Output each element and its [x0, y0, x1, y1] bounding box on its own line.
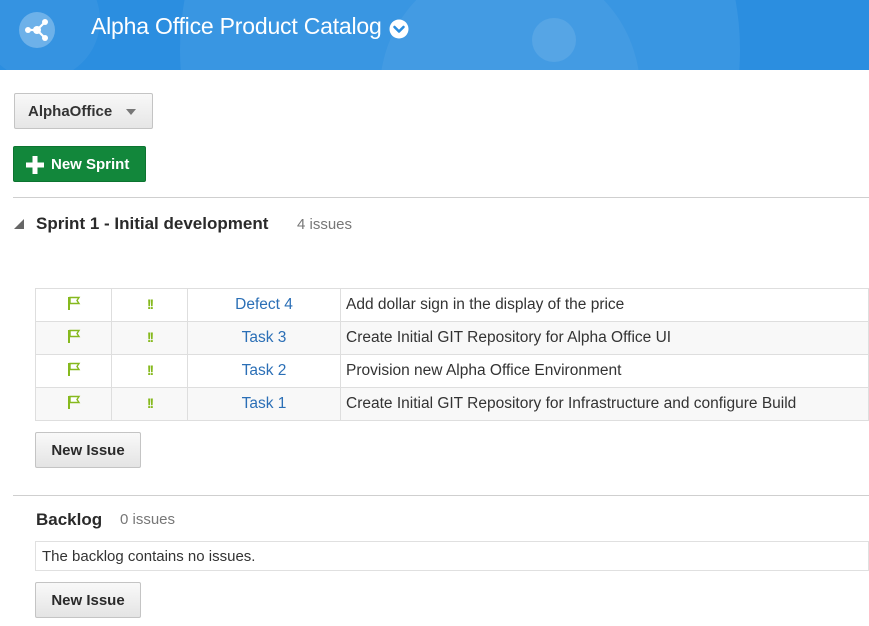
- issue-summary: Add dollar sign in the display of the pr…: [340, 288, 869, 322]
- new-sprint-button[interactable]: New Sprint: [13, 146, 146, 182]
- issue-type-cell: [35, 321, 112, 355]
- project-title[interactable]: Alpha Office Product Catalog: [91, 13, 382, 40]
- issue-id-cell: Defect 4: [187, 288, 341, 322]
- banner-decoration: [532, 18, 576, 62]
- issue-priority-cell: !!: [111, 387, 188, 421]
- issue-link[interactable]: Defect 4: [235, 296, 293, 313]
- issue-summary: Provision new Alpha Office Environment: [340, 354, 869, 388]
- flag-icon: [67, 362, 80, 376]
- flag-icon: [67, 296, 80, 310]
- plus-icon: [26, 156, 44, 174]
- section-divider: [13, 197, 869, 198]
- issue-summary: Create Initial GIT Repository for Alpha …: [340, 321, 869, 355]
- backlog-title: Backlog: [36, 510, 103, 529]
- table-row[interactable]: !! Defect 4 Add dollar sign in the displ…: [35, 288, 869, 322]
- backlog-issue-count: 0 issues: [120, 511, 176, 528]
- issue-type-cell: [35, 387, 112, 421]
- table-row[interactable]: !! Task 1 Create Initial GIT Repository …: [35, 387, 869, 421]
- issue-priority-cell: !!: [111, 288, 188, 322]
- backlog-empty-message: The backlog contains no issues.: [35, 541, 869, 571]
- project-dropdown-value: AlphaOffice: [28, 102, 113, 120]
- issue-id-cell: Task 1: [187, 387, 341, 421]
- sprint-issue-table: !! Defect 4 Add dollar sign in the displ…: [35, 288, 869, 421]
- issue-priority-cell: !!: [111, 354, 188, 388]
- table-row[interactable]: !! Task 2 Provision new Alpha Office Env…: [35, 354, 869, 388]
- table-row[interactable]: !! Task 3 Create Initial GIT Repository …: [35, 321, 869, 355]
- priority-indicator: !!: [146, 296, 154, 312]
- sprint-issue-count: 4 issues: [297, 216, 353, 233]
- issue-id-cell: Task 3: [187, 321, 341, 355]
- issue-summary: Create Initial GIT Repository for Infras…: [340, 387, 869, 421]
- section-divider: [13, 495, 869, 496]
- issue-type-cell: [35, 288, 112, 322]
- issue-id-cell: Task 2: [187, 354, 341, 388]
- sprint-title: Sprint 1 - Initial development: [36, 214, 269, 233]
- banner-decoration: [380, 0, 640, 70]
- priority-indicator: !!: [146, 395, 154, 411]
- collapse-triangle-icon[interactable]: [14, 219, 24, 229]
- flag-icon: [67, 395, 80, 409]
- issue-link[interactable]: Task 1: [242, 395, 287, 412]
- chevron-down-circle-icon[interactable]: [389, 19, 409, 39]
- sprint-new-issue-button[interactable]: New Issue: [35, 432, 141, 468]
- issue-link[interactable]: Task 2: [242, 362, 287, 379]
- header-banner: Alpha Office Product Catalog: [0, 0, 869, 70]
- issue-type-cell: [35, 354, 112, 388]
- project-hub-icon: [19, 12, 55, 48]
- priority-indicator: !!: [146, 329, 154, 345]
- priority-indicator: !!: [146, 362, 154, 378]
- new-sprint-label: New Sprint: [51, 156, 130, 173]
- project-dropdown[interactable]: AlphaOffice: [14, 93, 153, 129]
- caret-down-icon: [126, 109, 136, 115]
- issue-link[interactable]: Task 3: [242, 329, 287, 346]
- issue-priority-cell: !!: [111, 321, 188, 355]
- backlog-new-issue-button[interactable]: New Issue: [35, 582, 141, 618]
- flag-icon: [67, 329, 80, 343]
